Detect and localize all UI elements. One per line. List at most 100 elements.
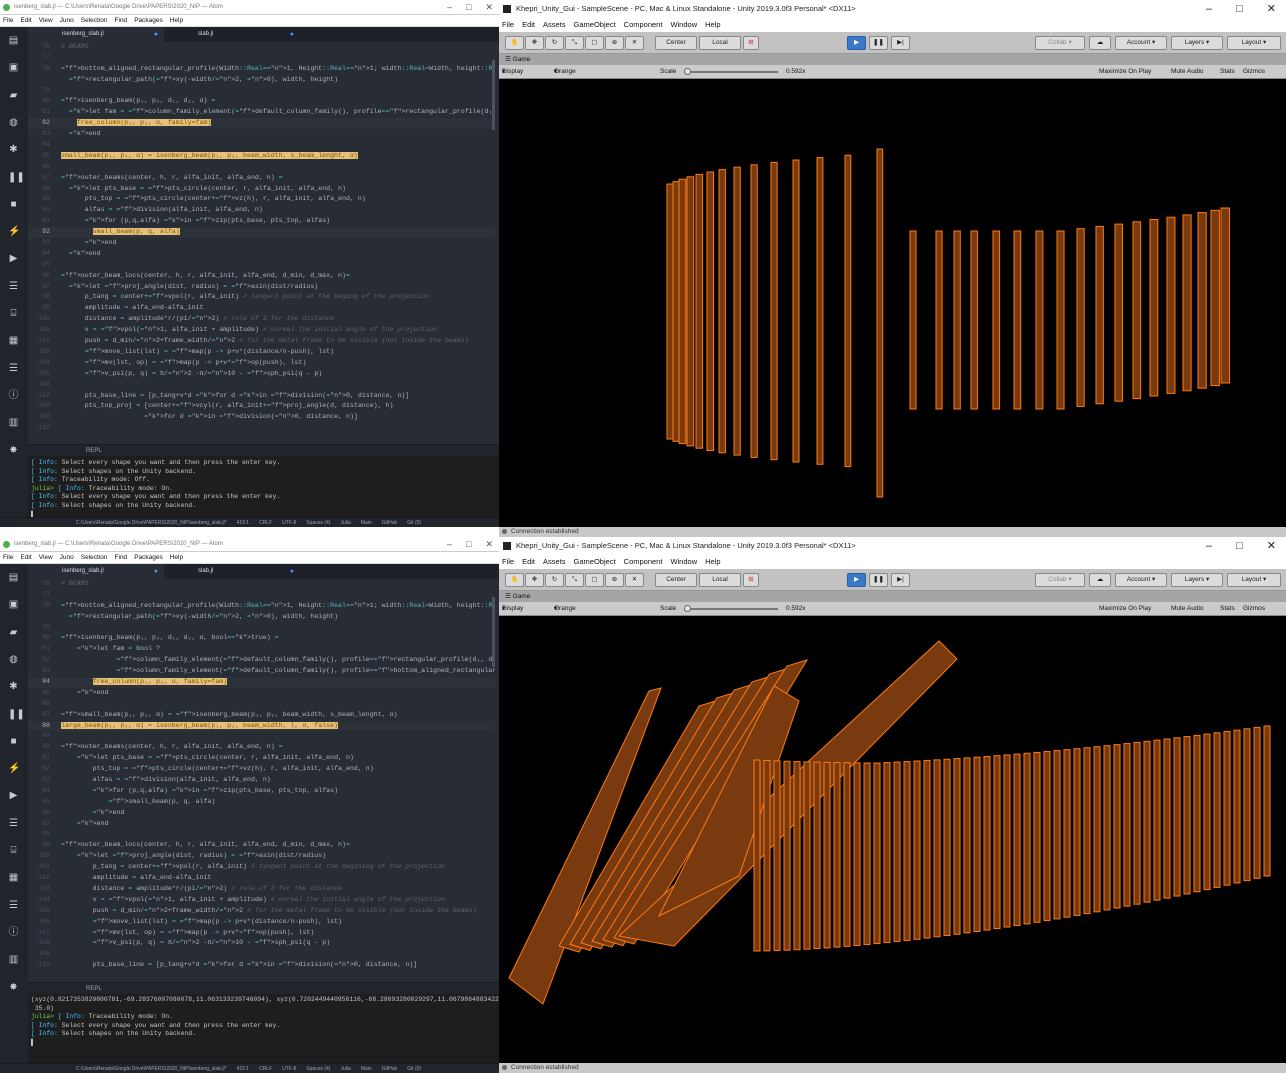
menu-component[interactable]: Component: [624, 20, 663, 29]
status-item[interactable]: CRLF: [259, 520, 272, 526]
custom-tool-icon[interactable]: ✕: [625, 573, 644, 587]
pivot-center-button[interactable]: Center: [655, 573, 697, 587]
collab-button[interactable]: Collab ▾: [1035, 573, 1085, 587]
collab-button[interactable]: Collab ▾: [1035, 36, 1085, 50]
account-dropdown[interactable]: Account ▾: [1115, 36, 1167, 50]
cloud-icon[interactable]: ☁: [1089, 36, 1111, 50]
chart-icon[interactable]: ▥: [8, 954, 19, 965]
resolution-dropdown[interactable]: Orange (2560x1440) ▾: [554, 602, 591, 626]
play-icon[interactable]: ▶: [8, 790, 19, 801]
terminal-icon[interactable]: ⌸: [8, 845, 19, 856]
scale-tool-icon[interactable]: ⤡: [565, 573, 584, 587]
status-item[interactable]: Main: [361, 1066, 372, 1072]
minimize-button[interactable]: –: [1206, 0, 1212, 18]
folder-icon[interactable]: ▰: [8, 90, 19, 101]
rect-tool-icon[interactable]: ▢: [585, 36, 604, 50]
mute-audio-toggle[interactable]: Mute Audio: [1171, 602, 1204, 616]
layers-dropdown[interactable]: Layers ▾: [1171, 36, 1223, 50]
layers-dropdown[interactable]: Layers ▾: [1171, 573, 1223, 587]
tab-slab[interactable]: slab.jl ●: [164, 27, 300, 42]
tab-slab[interactable]: slab.jl ●: [164, 564, 300, 579]
menu-find[interactable]: Find: [115, 17, 128, 24]
menu-assets[interactable]: Assets: [543, 20, 566, 29]
gear-icon[interactable]: ✸: [8, 982, 19, 993]
list-icon[interactable]: ☰: [8, 900, 19, 911]
stop-icon[interactable]: ■: [8, 199, 19, 210]
status-item[interactable]: Julia: [340, 520, 350, 526]
maximize-button[interactable]: □: [466, 0, 471, 15]
tab-isenberg-slab[interactable]: isenberg_slab.jl ●: [28, 27, 164, 42]
menu-component[interactable]: Component: [624, 557, 663, 566]
status-item[interactable]: UTF-8: [282, 1066, 296, 1072]
scale-slider-track[interactable]: [684, 608, 778, 610]
bug-icon[interactable]: ✱: [8, 681, 19, 692]
display-dropdown[interactable]: Display 1 ▾: [502, 602, 523, 626]
mute-audio-toggle[interactable]: Mute Audio: [1171, 65, 1204, 79]
close-button[interactable]: ✕: [485, 537, 493, 552]
close-button[interactable]: ✕: [1267, 0, 1276, 18]
menu-find[interactable]: Find: [115, 554, 128, 561]
menu-selection[interactable]: Selection: [81, 17, 108, 24]
rotate-tool-icon[interactable]: ↻: [545, 36, 564, 50]
bug-icon[interactable]: ✱: [8, 144, 19, 155]
bolt-icon[interactable]: ⚡: [8, 763, 20, 774]
game-tab[interactable]: ☰ Game: [499, 54, 1286, 65]
menu-selection[interactable]: Selection: [81, 554, 108, 561]
custom-tool-icon[interactable]: ✕: [625, 36, 644, 50]
maximize-button[interactable]: □: [466, 537, 471, 552]
move-tool-icon[interactable]: ✥: [525, 36, 544, 50]
minimize-button[interactable]: –: [447, 0, 452, 15]
game-viewport[interactable]: [499, 616, 1286, 1063]
play-icon[interactable]: ▶: [8, 253, 19, 264]
code-editor[interactable]: 76 # BEAMS 77 78 ="f">bottom_aligned_rectang…: [28, 579, 495, 981]
layout-dropdown[interactable]: Layout ▾: [1227, 36, 1281, 50]
menu-help[interactable]: Help: [170, 554, 183, 561]
repl-tab[interactable]: REPL: [28, 982, 499, 994]
status-item[interactable]: 422:1: [237, 1066, 250, 1072]
book-icon[interactable]: ▤: [8, 572, 19, 583]
minimize-button[interactable]: –: [447, 537, 452, 552]
terminal-icon[interactable]: ⌸: [8, 308, 19, 319]
cloud-icon[interactable]: ☁: [1089, 573, 1111, 587]
save-icon[interactable]: ▣: [8, 62, 19, 73]
play-button[interactable]: ▶: [847, 573, 866, 587]
hand-tool-icon[interactable]: ✋: [505, 573, 524, 587]
bolt-icon[interactable]: ⚡: [8, 226, 20, 237]
menu-edit[interactable]: Edit: [522, 557, 535, 566]
resolution-dropdown[interactable]: Orange (2560x1440) ▾: [554, 65, 591, 89]
info-icon[interactable]: ⓘ: [8, 390, 19, 401]
menu-window[interactable]: Window: [670, 557, 697, 566]
rotate-tool-icon[interactable]: ↻: [545, 573, 564, 587]
account-dropdown[interactable]: Account ▾: [1115, 573, 1167, 587]
menu-help[interactable]: Help: [705, 557, 720, 566]
menu-packages[interactable]: Packages: [134, 554, 163, 561]
maximize-on-play-toggle[interactable]: Maximize On Play: [1099, 602, 1151, 616]
menu-edit[interactable]: Edit: [20, 17, 31, 24]
pause-icon[interactable]: ❚❚: [8, 709, 25, 720]
info-icon[interactable]: ⓘ: [8, 927, 19, 938]
pivot-center-button[interactable]: Center: [655, 36, 697, 50]
status-item[interactable]: Git (0): [407, 1066, 421, 1072]
status-item[interactable]: GitHub: [382, 1066, 398, 1072]
menu-window[interactable]: Window: [670, 20, 697, 29]
display-dropdown[interactable]: Display 1 ▾: [502, 65, 523, 89]
save-icon[interactable]: ▣: [8, 599, 19, 610]
pause-button[interactable]: ❚❚: [869, 573, 888, 587]
scale-slider-handle[interactable]: [684, 605, 691, 612]
close-button[interactable]: ✕: [485, 0, 493, 15]
pause-icon[interactable]: ❚❚: [8, 172, 25, 183]
table-icon[interactable]: ▦: [8, 335, 19, 346]
menu-file[interactable]: File: [502, 20, 514, 29]
stop-icon[interactable]: ■: [8, 736, 19, 747]
status-item[interactable]: UTF-8: [282, 520, 296, 526]
status-item[interactable]: Main: [361, 520, 372, 526]
menu-file[interactable]: File: [3, 554, 13, 561]
menu-view[interactable]: View: [39, 554, 53, 561]
pivot-local-button[interactable]: Local: [699, 36, 741, 50]
scale-slider-track[interactable]: [684, 71, 778, 73]
status-item[interactable]: Julia: [340, 1066, 350, 1072]
status-item[interactable]: 419:1: [237, 520, 250, 526]
status-item[interactable]: Spaces (4): [306, 1066, 330, 1072]
transform-tool-icon[interactable]: ⊕: [605, 36, 624, 50]
folder-icon[interactable]: ▰: [8, 627, 19, 638]
